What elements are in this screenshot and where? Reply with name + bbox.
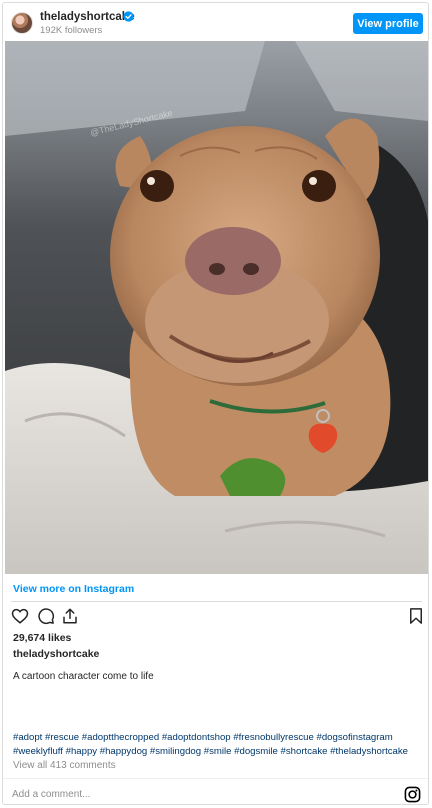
post-header: theladyshortcake 192K followers View pro… [3,3,428,43]
instagram-embed-card: theladyshortcake 192K followers View pro… [2,2,429,805]
dog-photo: @TheLadyShortcake [5,41,428,574]
heart-icon[interactable] [11,607,29,625]
username[interactable]: theladyshortcake [40,11,135,23]
post-photo[interactable]: @TheLadyShortcake [5,41,428,574]
comment-bar: Add a comment... [3,778,428,806]
verified-badge-icon [123,11,134,22]
add-comment-input[interactable]: Add a comment... [12,789,90,800]
view-profile-button[interactable]: View profile [353,13,423,34]
caption-text: A cartoon character come to life [13,671,154,682]
hashtag-line[interactable]: #weeklyfluff #happy #happydog #smilingdo… [13,745,425,759]
caption-username[interactable]: theladyshortcake [13,648,99,660]
divider [11,601,422,602]
view-more-link[interactable]: View more on Instagram [13,583,134,595]
instagram-logo-icon[interactable] [404,786,421,803]
like-count[interactable]: 29,674 likes [13,632,71,644]
follower-count: 192K followers [40,25,103,36]
profile-photo-icon[interactable] [11,12,33,34]
bookmark-icon[interactable] [407,607,425,625]
hashtags: #adopt #rescue #adoptthecropped #adoptdo… [13,731,425,759]
share-icon[interactable] [61,607,79,625]
view-all-comments-link[interactable]: View all 413 comments [13,760,116,771]
hashtag-line[interactable]: #adopt #rescue #adoptthecropped #adoptdo… [13,731,425,745]
action-bar [11,607,423,629]
comment-icon[interactable] [37,607,55,625]
